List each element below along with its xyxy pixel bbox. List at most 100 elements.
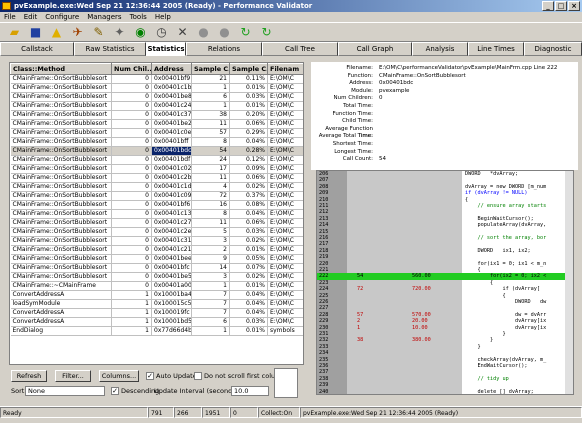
table-row[interactable]: CMainFrame::OnSortBubblesort 0 0x00401c1b 1… [10, 83, 303, 93]
column-header-num-children[interactable]: Num Chil... [111, 63, 152, 75]
table-row[interactable]: CMainFrame::OnSortBubblesort 0 0x00401c2e 5… [10, 227, 303, 237]
line-number: 240 [319, 388, 329, 395]
column-header-filename[interactable]: Filenam [267, 63, 303, 75]
table-row[interactable]: EndDialog 1 0x77d66d4b 1 0.01% symbols [10, 326, 303, 336]
auto-update-checkbox[interactable]: ✓ Auto Update [146, 371, 197, 381]
code-line[interactable]: 240 delete [] dvArray; [317, 388, 573, 395]
table-cell: ConvertAddressA [10, 290, 112, 300]
checkbox-icon[interactable] [194, 372, 202, 380]
table-row[interactable]: CMainFrame::OnSortBubblesort 0 0x00401bdf 2… [10, 155, 303, 165]
tab-line-times[interactable]: Line Times [468, 42, 524, 56]
tab-analysis[interactable]: Analysis [412, 42, 468, 56]
column-header-method[interactable]: Class::Method [10, 63, 112, 75]
sort-select[interactable]: None [25, 386, 105, 396]
table-row[interactable]: CMainFrame::OnSortBubblesort 0 0x00401c09 7… [10, 191, 303, 201]
table-row[interactable]: CMainFrame::OnSortBubblesort 0 0x00401bfc 1… [10, 263, 303, 273]
tab-relations[interactable]: Relations [186, 42, 262, 56]
checkbox-icon[interactable]: ✓ [146, 372, 154, 380]
menu-tools[interactable]: Tools [130, 12, 147, 22]
column-header-sample-percent[interactable]: Sample C... [229, 63, 268, 75]
menu-file[interactable]: File [4, 12, 16, 22]
table-cell: 0.07% [229, 263, 268, 273]
table-row[interactable]: CMainFrame::OnSortBubblesort 0 0x00401bf9 2… [10, 74, 303, 84]
table-cell: 9 [191, 254, 230, 264]
table-row[interactable]: CMainFrame::OnSortBubblesort 0 0x00401be2 1… [10, 119, 303, 129]
property-key: Address: [349, 80, 373, 87]
source-code-view[interactable]: 206 DWORD *dvArray; 207 208 dvArray = new DW… [316, 170, 574, 395]
table-cell: EndDialog [10, 326, 112, 336]
tab-call-graph[interactable]: Call Graph [338, 42, 412, 56]
circle-icon[interactable]: ● [216, 24, 233, 41]
table-row[interactable]: ConvertAddressA 1 0x10001bd5 6 0.03% E:\OM\C [10, 317, 303, 327]
refresh-icon[interactable]: ↻ [258, 24, 275, 41]
menu-configure[interactable]: Configure [45, 12, 79, 22]
no-scroll-checkbox[interactable]: Do not scroll first column [194, 371, 286, 381]
refresh-button[interactable]: Refresh [11, 370, 47, 382]
wand-icon[interactable]: ✦ [111, 24, 128, 41]
table-row[interactable]: CMainFrame::OnSortBubblesort 0 0x00401bee 9… [10, 254, 303, 264]
table-row[interactable]: CMainFrame::OnSortBubblesort 0 0x00401c24 1… [10, 101, 303, 111]
table-cell: 17 [191, 164, 230, 174]
tab-statistics[interactable]: Statistics [146, 42, 186, 56]
table-row[interactable]: CMainFrame::OnSortBubblesort 0 0x00401be8 6… [10, 92, 303, 102]
maximize-button[interactable]: □ [555, 1, 567, 11]
tab-callstack[interactable]: Callstack [0, 42, 74, 56]
table-row[interactable]: CMainFrame::OnSortBubblesort 0 0x00401c31 3… [10, 236, 303, 246]
property-row: Function: CMainFrame::OnSortBubblesort [311, 73, 578, 80]
table-row[interactable]: CMainFrame::OnSortBubblesort 0 0x00401c21 2… [10, 245, 303, 255]
table-cell: 0x77d66d4b [151, 326, 192, 336]
warning-icon[interactable]: ▲ [48, 24, 65, 41]
filter-button[interactable]: Filter... [55, 370, 91, 382]
table-cell: 0.04% [229, 209, 268, 219]
brush-icon[interactable]: ✎ [90, 24, 107, 41]
save-icon[interactable]: ■ [27, 24, 44, 41]
table-row[interactable]: ConvertAddressA 1 0x10001ba4 7 0.04% E:\OM\C [10, 290, 303, 300]
property-key: Child Time: [342, 118, 373, 125]
close-icon[interactable]: ✕ [174, 24, 191, 41]
menu-help[interactable]: Help [155, 12, 171, 22]
open-folder-icon[interactable]: ▰ [6, 24, 23, 41]
table-cell: E:\OM\C [267, 254, 303, 264]
table-row[interactable]: CMainFrame::OnSortBubblesort 0 0x00401c02 1… [10, 164, 303, 174]
table-row[interactable]: CMainFrame::OnSortBubblesort 0 0x00401c13 8… [10, 209, 303, 219]
table-cell: 1 [111, 290, 152, 300]
report-icon[interactable] [274, 368, 298, 398]
column-header-sample-count[interactable]: Sample C... [191, 63, 230, 75]
table-row[interactable]: CMainFrame::OnSortBubblesort 0 0x00401bdc 5… [10, 146, 303, 156]
tab-diagnostic[interactable]: Diagnostic [524, 42, 582, 56]
tab-call-tree[interactable]: Call Tree [262, 42, 338, 56]
menu-edit[interactable]: Edit [24, 12, 38, 22]
refresh-icon[interactable]: ↻ [237, 24, 254, 41]
table-row[interactable]: loadSymModule 1 0x100015c5 7 0.04% E:\OM\C [10, 299, 303, 309]
table-row[interactable]: CMainFrame::OnSortBubblesort 0 0x00401c0e 5… [10, 128, 303, 138]
columns-button[interactable]: Columns... [99, 370, 139, 382]
table-row[interactable]: CMainFrame::OnSortBubblesort 0 0x00401be5 3… [10, 272, 303, 282]
table-row[interactable]: CMainFrame::OnSortBubblesort 0 0x00401c1d 4… [10, 182, 303, 192]
table-cell: 0.11% [229, 74, 268, 84]
circle-icon[interactable]: ● [195, 24, 212, 41]
table-cell: 0.01% [229, 245, 268, 255]
property-row: Total Time: [311, 103, 578, 110]
checkbox-icon[interactable]: ✓ [111, 387, 119, 395]
interval-select[interactable]: 10.0 [231, 386, 269, 396]
close-button[interactable]: × [568, 1, 580, 11]
table-row[interactable]: ConvertAddressA 1 0x100019fc 7 0.04% E:\OM\C [10, 308, 303, 318]
stopwatch-icon[interactable]: ◉ [132, 24, 149, 41]
table-row[interactable]: CMainFrame::OnSortBubblesort 0 0x00401bff 8… [10, 137, 303, 147]
descending-checkbox[interactable]: ✓ Descending [111, 386, 159, 396]
table-cell: 3 [191, 236, 230, 246]
timer-icon[interactable]: ◷ [153, 24, 170, 41]
tab-raw-statistics[interactable]: Raw Statistics [74, 42, 146, 56]
code-scrollbar[interactable] [565, 171, 573, 394]
table-row[interactable]: CMainFrame::OnSortBubblesort 0 0x00401c27 1… [10, 218, 303, 228]
table-row[interactable]: CMainFrame::OnSortBubblesort 0 0x00401c37 3… [10, 110, 303, 120]
menu-managers[interactable]: Managers [87, 12, 121, 22]
table-row[interactable]: CMainFrame::~CMainFrame 0 0x00401a00 1 0.01%… [10, 281, 303, 291]
table-row[interactable]: CMainFrame::OnSortBubblesort 0 0x00401bf6 1… [10, 200, 303, 210]
launch-icon[interactable]: ✈ [69, 24, 86, 41]
table-cell: 1 [111, 308, 152, 318]
table-row[interactable]: CMainFrame::OnSortBubblesort 0 0x00401c2b 1… [10, 173, 303, 183]
minimize-button[interactable]: _ [542, 1, 554, 11]
column-header-address[interactable]: Address [151, 63, 192, 75]
property-key: Filename: [346, 65, 373, 71]
